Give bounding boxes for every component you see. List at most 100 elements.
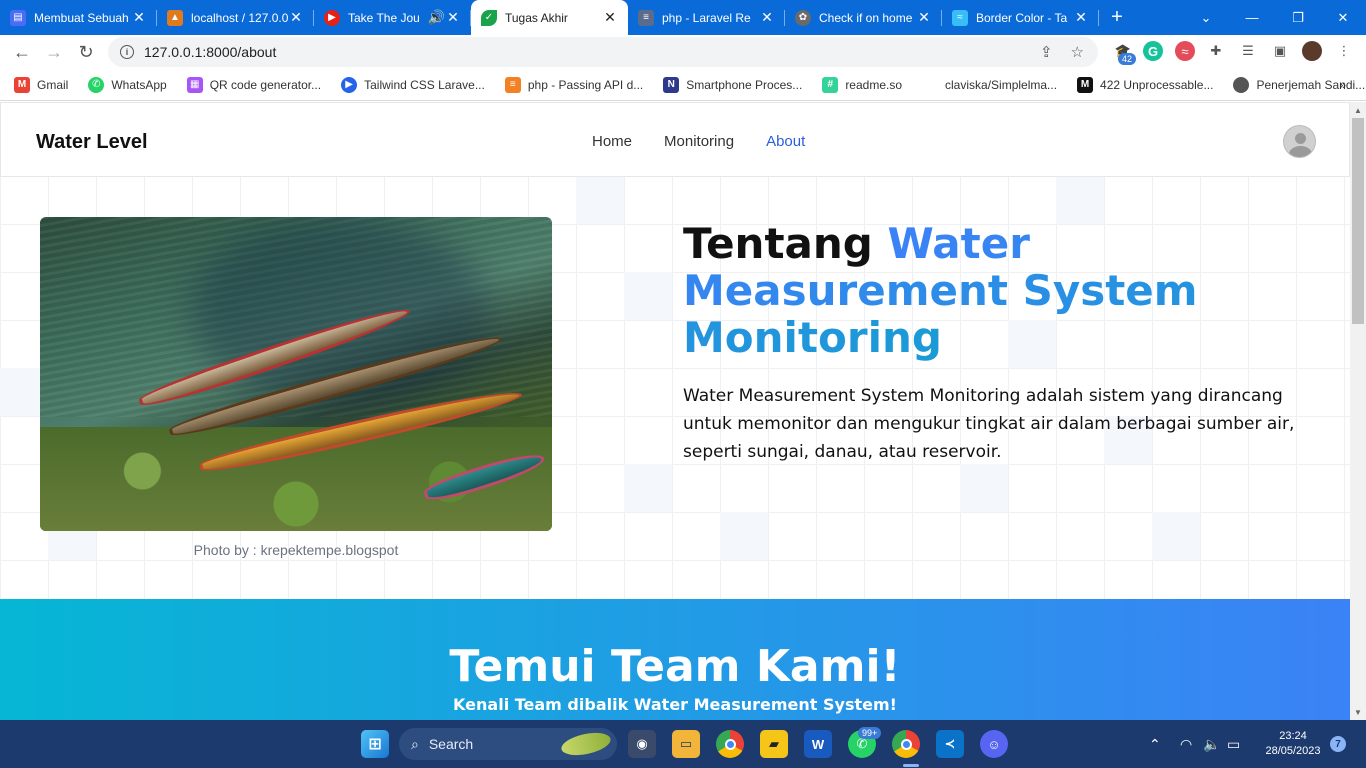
- photo-caption: Photo by : krepektempe.blogspot: [193, 542, 399, 558]
- browser-toolbar: ← → ↻ i 127.0.0.1:8000/about ⇪ ☆ 🎓 42 G …: [0, 35, 1366, 69]
- user-avatar[interactable]: [1283, 125, 1316, 158]
- reading-list-icon[interactable]: ☰: [1238, 41, 1258, 61]
- camera-icon[interactable]: ◉: [628, 730, 656, 758]
- url-text[interactable]: 127.0.0.1:8000/about: [144, 44, 276, 60]
- hash-icon: #: [822, 76, 839, 93]
- word-icon[interactable]: W: [804, 730, 832, 758]
- bookmark-star-icon[interactable]: ☆: [1071, 43, 1084, 61]
- tailwind-icon: ≈: [952, 9, 968, 26]
- side-panel-icon[interactable]: ▣: [1270, 41, 1290, 61]
- n-icon: N: [663, 76, 680, 93]
- site-info-icon[interactable]: i: [120, 45, 134, 59]
- close-icon[interactable]: ✕: [916, 9, 932, 26]
- tab-6[interactable]: ≈ Border Color - Ta ✕: [942, 0, 1099, 35]
- new-tab-button[interactable]: +: [1099, 0, 1135, 35]
- bookmark-php[interactable]: ≡ php - Passing API d...: [504, 76, 643, 93]
- bookmark-smartphone[interactable]: N Smartphone Proces...: [663, 76, 802, 93]
- bookmarks-bar: M Gmail ✆ WhatsApp ▦ QR code generator... ▶…: [0, 69, 1366, 101]
- close-window-button[interactable]: ✕: [1320, 0, 1366, 35]
- about-heading: Tentang Water Measurement System Monitor…: [683, 220, 1303, 361]
- vscode-icon[interactable]: ≺: [936, 730, 964, 758]
- bookmark-422[interactable]: M 422 Unprocessable...: [1077, 76, 1213, 93]
- page-scrollbar[interactable]: ▲ ▼: [1350, 102, 1366, 720]
- tab-title: php - Laravel Re: [662, 10, 751, 25]
- clock[interactable]: 23:24 28/05/2023: [1258, 729, 1328, 759]
- scroll-down-arrow[interactable]: ▼: [1350, 704, 1366, 720]
- start-icon[interactable]: ⊞: [361, 730, 389, 758]
- close-icon[interactable]: ✕: [759, 9, 775, 26]
- tray-overflow-icon[interactable]: ⌃: [1149, 720, 1161, 768]
- share-icon[interactable]: ⇪: [1040, 43, 1053, 61]
- tab-title: Membuat Sebuah: [34, 10, 129, 25]
- address-bar[interactable]: i 127.0.0.1:8000/about ⇪ ☆: [108, 37, 1098, 67]
- tab-search-icon[interactable]: ⌄: [1183, 0, 1229, 35]
- tab-0[interactable]: ▤ Membuat Sebuah ✕: [0, 0, 157, 35]
- tab-5[interactable]: ✿ Check if on home ✕: [785, 0, 942, 35]
- wifi-icon[interactable]: ◠: [1180, 720, 1192, 768]
- menu-icon[interactable]: ⋮: [1334, 41, 1354, 61]
- leaf-decoration-icon: [559, 729, 613, 759]
- sticky-notes-icon[interactable]: ▰: [760, 730, 788, 758]
- extension-badge: 42: [1118, 53, 1137, 65]
- notification-count[interactable]: 7: [1330, 736, 1346, 752]
- forward-button[interactable]: →: [38, 36, 70, 68]
- close-icon[interactable]: ✕: [602, 9, 618, 26]
- bookmark-claviska[interactable]: claviska/Simplelma...: [922, 76, 1057, 93]
- close-icon[interactable]: ✕: [131, 9, 147, 26]
- taskbar-search[interactable]: ⌕ Search: [399, 728, 617, 760]
- chatgpt-icon: ✿: [795, 9, 811, 26]
- windows-taskbar: ⊞ ⌕ Search ◉ ▭ ▰ W ✆ 99+ ≺ ☺ ⌃ ◠ 🔈 ▭ 23:…: [0, 720, 1366, 768]
- stackoverflow-icon: ≡: [638, 9, 654, 26]
- reload-button[interactable]: ↻: [70, 36, 102, 68]
- puzzle-icon[interactable]: ✚: [1206, 41, 1226, 61]
- tab-3-active[interactable]: ✓ Tugas Akhir ✕: [471, 0, 628, 35]
- close-icon[interactable]: ✕: [445, 9, 461, 26]
- nav-home[interactable]: Home: [592, 133, 632, 150]
- tab-1[interactable]: ▲ localhost / 127.0.0 ✕: [157, 0, 314, 35]
- bookmark-tailwind[interactable]: ▶ Tailwind CSS Larave...: [341, 76, 485, 93]
- battery-icon[interactable]: ▭: [1227, 720, 1240, 768]
- bookmark-qr[interactable]: ▦ QR code generator...: [186, 76, 321, 93]
- youtube-icon: ▶: [324, 9, 340, 26]
- gmail-icon: M: [14, 76, 30, 93]
- blank-icon: [922, 76, 939, 93]
- volume-icon[interactable]: 🔈: [1203, 720, 1220, 768]
- nav-about[interactable]: About: [766, 133, 805, 150]
- nav-monitoring[interactable]: Monitoring: [664, 133, 734, 150]
- team-title: Temui Team Kami!: [449, 641, 901, 692]
- close-icon[interactable]: ✕: [1073, 9, 1089, 26]
- profile-avatar[interactable]: [1302, 41, 1322, 61]
- minimize-button[interactable]: —: [1229, 0, 1275, 35]
- qr-icon: ▦: [186, 76, 203, 93]
- search-icon: ⌕: [411, 735, 419, 752]
- more-bookmarks-icon[interactable]: »: [1339, 78, 1346, 92]
- active-app-indicator: [903, 764, 919, 767]
- restore-button[interactable]: ❐: [1275, 0, 1321, 35]
- team-subtitle: Kenali Team dibalik Water Measurement Sy…: [453, 695, 897, 714]
- about-paragraph: Water Measurement System Monitoring adal…: [683, 386, 1295, 462]
- tab-4[interactable]: ≡ php - Laravel Re ✕: [628, 0, 785, 35]
- chrome-profile-icon[interactable]: [892, 730, 920, 758]
- grammarly-icon[interactable]: G: [1143, 41, 1163, 61]
- tab-title: Border Color - Ta: [976, 10, 1068, 25]
- doc-icon: ▤: [10, 9, 26, 26]
- clock-date: 28/05/2023: [1265, 745, 1321, 757]
- scrollbar-thumb[interactable]: [1352, 118, 1364, 324]
- speaker-icon[interactable]: 🔊: [428, 9, 445, 26]
- file-explorer-icon[interactable]: ▭: [672, 730, 700, 758]
- tab-title: Check if on home: [819, 10, 913, 25]
- brand-logo[interactable]: Water Level: [36, 131, 148, 154]
- scroll-up-arrow[interactable]: ▲: [1350, 102, 1366, 118]
- boats-photo: [40, 217, 552, 531]
- close-icon[interactable]: ✕: [288, 9, 304, 26]
- extension-red-icon[interactable]: ≈: [1175, 41, 1195, 61]
- chrome-icon[interactable]: [716, 730, 744, 758]
- back-button[interactable]: ←: [6, 36, 38, 68]
- discord-icon[interactable]: ☺: [980, 730, 1008, 758]
- tab-title: Take The Jou: [348, 10, 420, 25]
- bookmark-whatsapp[interactable]: ✆ WhatsApp: [88, 76, 167, 93]
- bookmark-gmail[interactable]: M Gmail: [14, 76, 68, 93]
- bookmark-readme[interactable]: # readme.so: [822, 76, 902, 93]
- search-placeholder: Search: [428, 736, 474, 752]
- tab-2[interactable]: ▶ Take The Jou 🔊 ✕: [314, 0, 471, 35]
